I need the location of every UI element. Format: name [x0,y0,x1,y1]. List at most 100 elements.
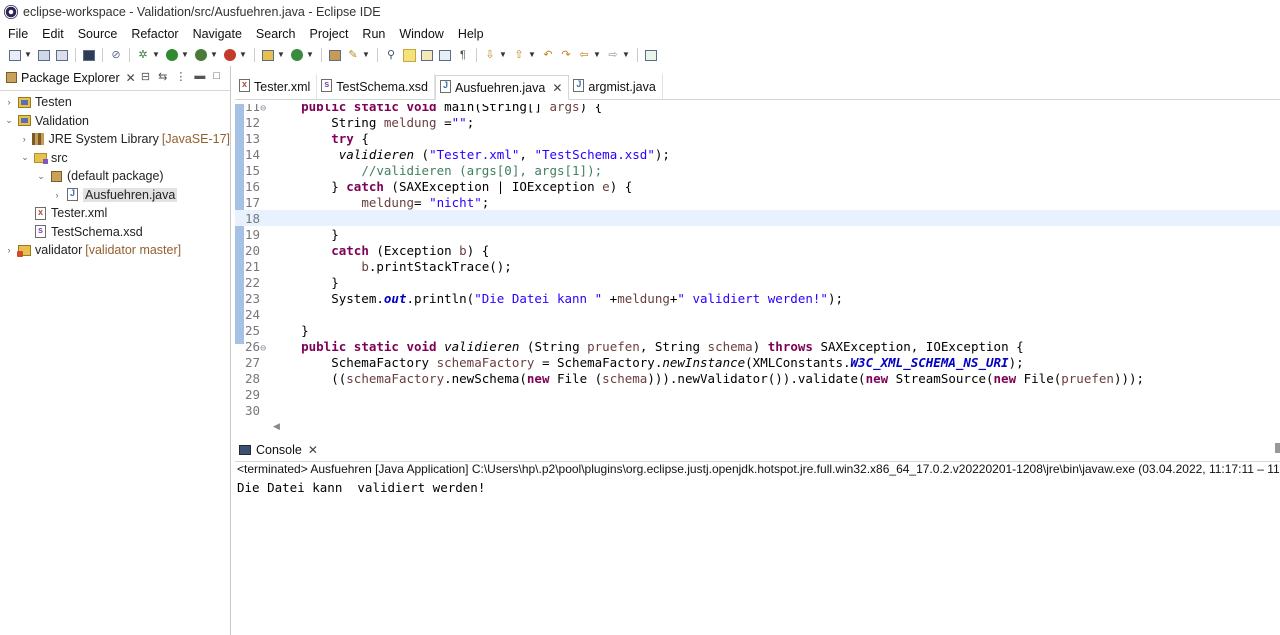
tree-item-validator[interactable]: › validator [validator master] [0,241,230,260]
close-icon[interactable]: ✕ [126,71,136,85]
chevron-down-icon[interactable]: ▼ [499,48,507,62]
tree-item-testschema-xsd[interactable]: TestSchema.xsd [0,223,230,242]
tab-tester-xml[interactable]: Tester.xml [235,74,318,99]
chevron-right-icon[interactable]: › [52,190,62,200]
chevron-right-icon[interactable]: › [4,97,14,107]
code-line[interactable]: 24 [235,306,1280,322]
search-icon[interactable]: ⚲ [384,48,398,62]
close-icon[interactable]: ✕ [308,443,318,457]
chevron-down-icon[interactable]: ⌄ [4,115,14,126]
highlight-toggle-icon[interactable] [402,48,416,62]
chevron-down-icon[interactable]: ⌄ [20,152,30,163]
code-line[interactable]: 21 b.printStackTrace(); [235,258,1280,274]
chevron-down-icon[interactable]: ▼ [210,48,218,62]
chevron-down-icon[interactable]: ▼ [181,48,189,62]
previous-annotation-icon[interactable]: ⇧ [512,48,526,62]
tree-item-ausfuehren-java[interactable]: › Ausfuehren.java [0,186,230,205]
tab-testschema-xsd[interactable]: TestSchema.xsd [317,74,435,99]
view-menu-icon[interactable]: ⋮ [175,70,186,83]
menu-navigate[interactable]: Navigate [186,27,249,41]
console-tab[interactable]: Console ✕ [235,438,1280,462]
fold-icon[interactable]: ⊖ [260,343,266,354]
back-forward-icon[interactable]: ↷ [559,48,573,62]
tree-item-jre-library[interactable]: › JRE System Library [JavaSE-17] [0,130,230,149]
chevron-down-icon[interactable]: ▼ [362,48,370,62]
code-line[interactable]: 27 SchemaFactory schemaFactory = SchemaF… [235,354,1280,370]
fold-icon[interactable]: ⊖ [260,104,266,114]
menu-window[interactable]: Window [392,27,450,41]
link-with-editor-icon[interactable]: ⇆ [158,70,167,83]
block-selection-icon[interactable] [438,48,452,62]
menu-project[interactable]: Project [303,27,356,41]
minimize-icon[interactable]: ▬ [194,70,205,83]
chevron-down-icon[interactable]: ▼ [152,48,160,62]
scroll-left-icon[interactable]: ◀ [273,421,280,432]
code-line[interactable]: 16 } catch (SAXException | IOException e… [235,178,1280,194]
tree-item-default-package[interactable]: ⌄ (default package) [0,167,230,186]
chevron-right-icon[interactable]: › [20,134,28,144]
code-line[interactable]: 23 System.out.println("Die Datei kann " … [235,290,1280,306]
code-line[interactable]: 18 [235,210,1280,226]
code-line[interactable]: 30 [235,402,1280,418]
last-edit-icon[interactable]: ↶ [541,48,555,62]
code-line[interactable]: 25 } [235,322,1280,338]
code-line[interactable]: 29 [235,386,1280,402]
terminal-icon[interactable] [82,48,96,62]
menu-source[interactable]: Source [71,27,125,41]
save-all-icon[interactable] [55,48,69,62]
code-line[interactable]: 13 try { [235,130,1280,146]
chevron-right-icon[interactable]: › [4,245,14,255]
chevron-down-icon[interactable]: ▼ [24,48,32,62]
collapse-all-icon[interactable]: ⊟ [141,70,150,83]
open-task-icon[interactable]: ✎ [346,48,360,62]
menu-help[interactable]: Help [451,27,491,41]
code-line[interactable]: 20 catch (Exception b) { [235,242,1280,258]
open-type-icon[interactable] [328,48,342,62]
tab-ausfuehren-java[interactable]: Ausfuehren.java ✕ [434,75,570,100]
skip-breakpoints-icon[interactable]: ⊘ [109,48,123,62]
code-line[interactable]: 28 ((schemaFactory.newSchema(new File (s… [235,370,1280,386]
chevron-down-icon[interactable]: ▼ [528,48,536,62]
pilcrow-icon[interactable]: ¶ [456,48,470,62]
code-line[interactable]: 14 validieren ("Tester.xml", "TestSchema… [235,146,1280,162]
back-icon[interactable]: ⇦ [577,48,591,62]
tree-item-tester-xml[interactable]: Tester.xml [0,204,230,223]
chevron-down-icon[interactable]: ▼ [277,48,285,62]
menu-edit[interactable]: Edit [35,27,71,41]
chevron-down-icon[interactable]: ▼ [622,48,630,62]
run-icon[interactable] [165,48,179,62]
next-annotation-icon[interactable]: ⇩ [483,48,497,62]
chevron-down-icon[interactable]: ▼ [306,48,314,62]
code-line[interactable]: 15 //validieren (args[0], args[1]); [235,162,1280,178]
menu-run[interactable]: Run [355,27,392,41]
console-view-menu-icon[interactable] [1275,443,1280,453]
code-line[interactable]: 22 } [235,274,1280,290]
maximize-icon[interactable]: □ [213,70,220,83]
code-line[interactable]: 19 } [235,226,1280,242]
tab-argmist-java[interactable]: argmist.java [569,74,663,99]
menu-refactor[interactable]: Refactor [124,27,185,41]
code-line[interactable]: 11⊖ public static void main(String[] arg… [235,104,1280,114]
chevron-down-icon[interactable]: ▼ [593,48,601,62]
chevron-down-icon[interactable]: ⌄ [36,171,46,182]
chevron-down-icon[interactable]: ▼ [239,48,247,62]
menu-file[interactable]: File [0,27,35,41]
new-class-icon[interactable] [290,48,304,62]
code-line[interactable]: 17 meldung= "nicht"; [235,194,1280,210]
show-whitespace-icon[interactable] [420,48,434,62]
code-line[interactable]: 12 String meldung =""; [235,114,1280,130]
close-icon[interactable]: ✕ [552,81,562,95]
tree-item-validation[interactable]: ⌄ Validation [0,112,230,131]
package-explorer-tab[interactable]: Package Explorer ✕ ⊟ ⇆ ⋮ ▬ □ [0,66,230,91]
debug-icon[interactable]: ✲ [136,48,150,62]
save-icon[interactable] [37,48,51,62]
console-output[interactable]: Die Datei kann validiert werden! [237,480,485,495]
external-tools-icon[interactable] [223,48,237,62]
tree-item-testen[interactable]: › Testen [0,93,230,112]
new-wizard-icon[interactable] [8,48,22,62]
open-perspective-icon[interactable] [644,48,658,62]
new-java-project-icon[interactable] [261,48,275,62]
coverage-icon[interactable] [194,48,208,62]
menu-search[interactable]: Search [249,27,303,41]
forward-icon[interactable]: ⇨ [606,48,620,62]
